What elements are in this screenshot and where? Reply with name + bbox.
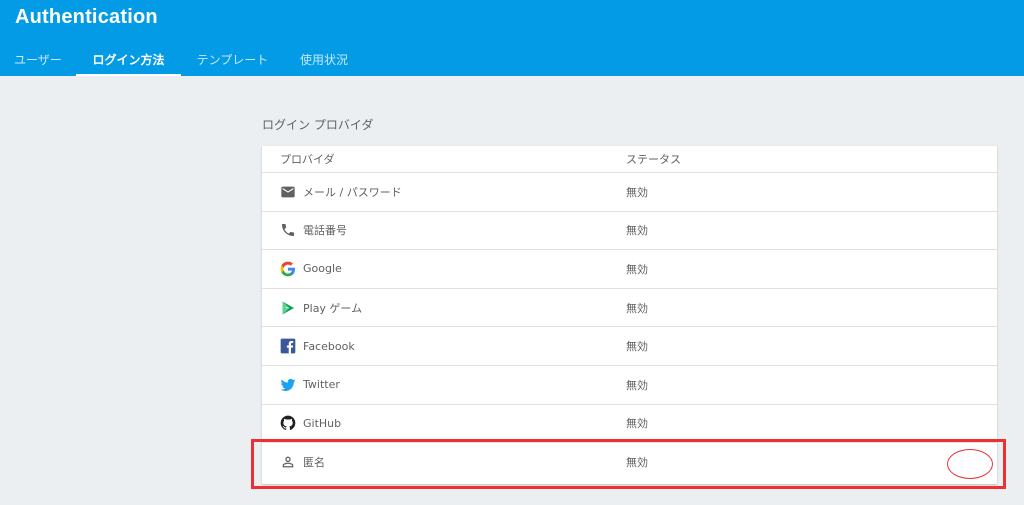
tab-sign-in-method[interactable]: ログイン方法 [76,42,181,76]
provider-name: Facebook [303,339,355,353]
twitter-icon [280,377,296,393]
tab-usage[interactable]: 使用状況 [284,42,364,76]
provider-status: 無効 [626,262,648,276]
mail-icon [280,184,296,200]
google-icon [280,261,296,277]
provider-status: 無効 [626,456,648,470]
header-status: ステータス [626,153,681,166]
provider-row-twitter[interactable]: Twitter 無効 [262,366,997,405]
header-provider: プロバイダ [280,153,335,166]
provider-name: Play ゲーム [303,301,363,315]
provider-name: Twitter [303,378,340,392]
tab-templates[interactable]: テンプレート [181,42,284,76]
section-title: ログイン プロバイダ [262,118,374,132]
provider-status: 無効 [626,417,648,431]
person-icon [280,454,296,470]
provider-name: 電話番号 [303,224,347,238]
github-icon [280,415,296,431]
provider-row-github[interactable]: GitHub 無効 [262,405,997,444]
tab-users[interactable]: ユーザー [0,42,76,76]
facebook-icon [280,338,296,354]
provider-row-facebook[interactable]: Facebook 無効 [262,327,997,366]
provider-row-email[interactable]: メール / パスワード 無効 [262,173,997,212]
provider-status: 無効 [626,301,648,315]
provider-row-anonymous[interactable]: 匿名 無効 [262,443,997,482]
providers-table: プロバイダ ステータス メール / パスワード 無効 電話番号 無効 Googl… [262,146,997,484]
page-title: Authentication [15,6,158,28]
provider-status: 無効 [626,340,648,354]
provider-name: GitHub [303,416,342,430]
provider-status: 無効 [626,378,648,392]
provider-name: メール / パスワード [303,185,402,199]
provider-status: 無効 [626,185,648,199]
phone-icon [280,222,296,238]
app-bar: Authentication ユーザー ログイン方法 テンプレート 使用状況 [0,0,1024,76]
play-games-icon [280,300,296,316]
provider-row-google[interactable]: Google 無効 [262,250,997,289]
provider-row-play-games[interactable]: Play ゲーム 無効 [262,289,997,328]
tab-bar: ユーザー ログイン方法 テンプレート 使用状況 [0,42,364,76]
provider-status: 無効 [626,224,648,238]
provider-name: 匿名 [303,456,325,470]
provider-row-phone[interactable]: 電話番号 無効 [262,212,997,251]
table-header: プロバイダ ステータス [262,146,997,173]
provider-name: Google [303,262,342,276]
